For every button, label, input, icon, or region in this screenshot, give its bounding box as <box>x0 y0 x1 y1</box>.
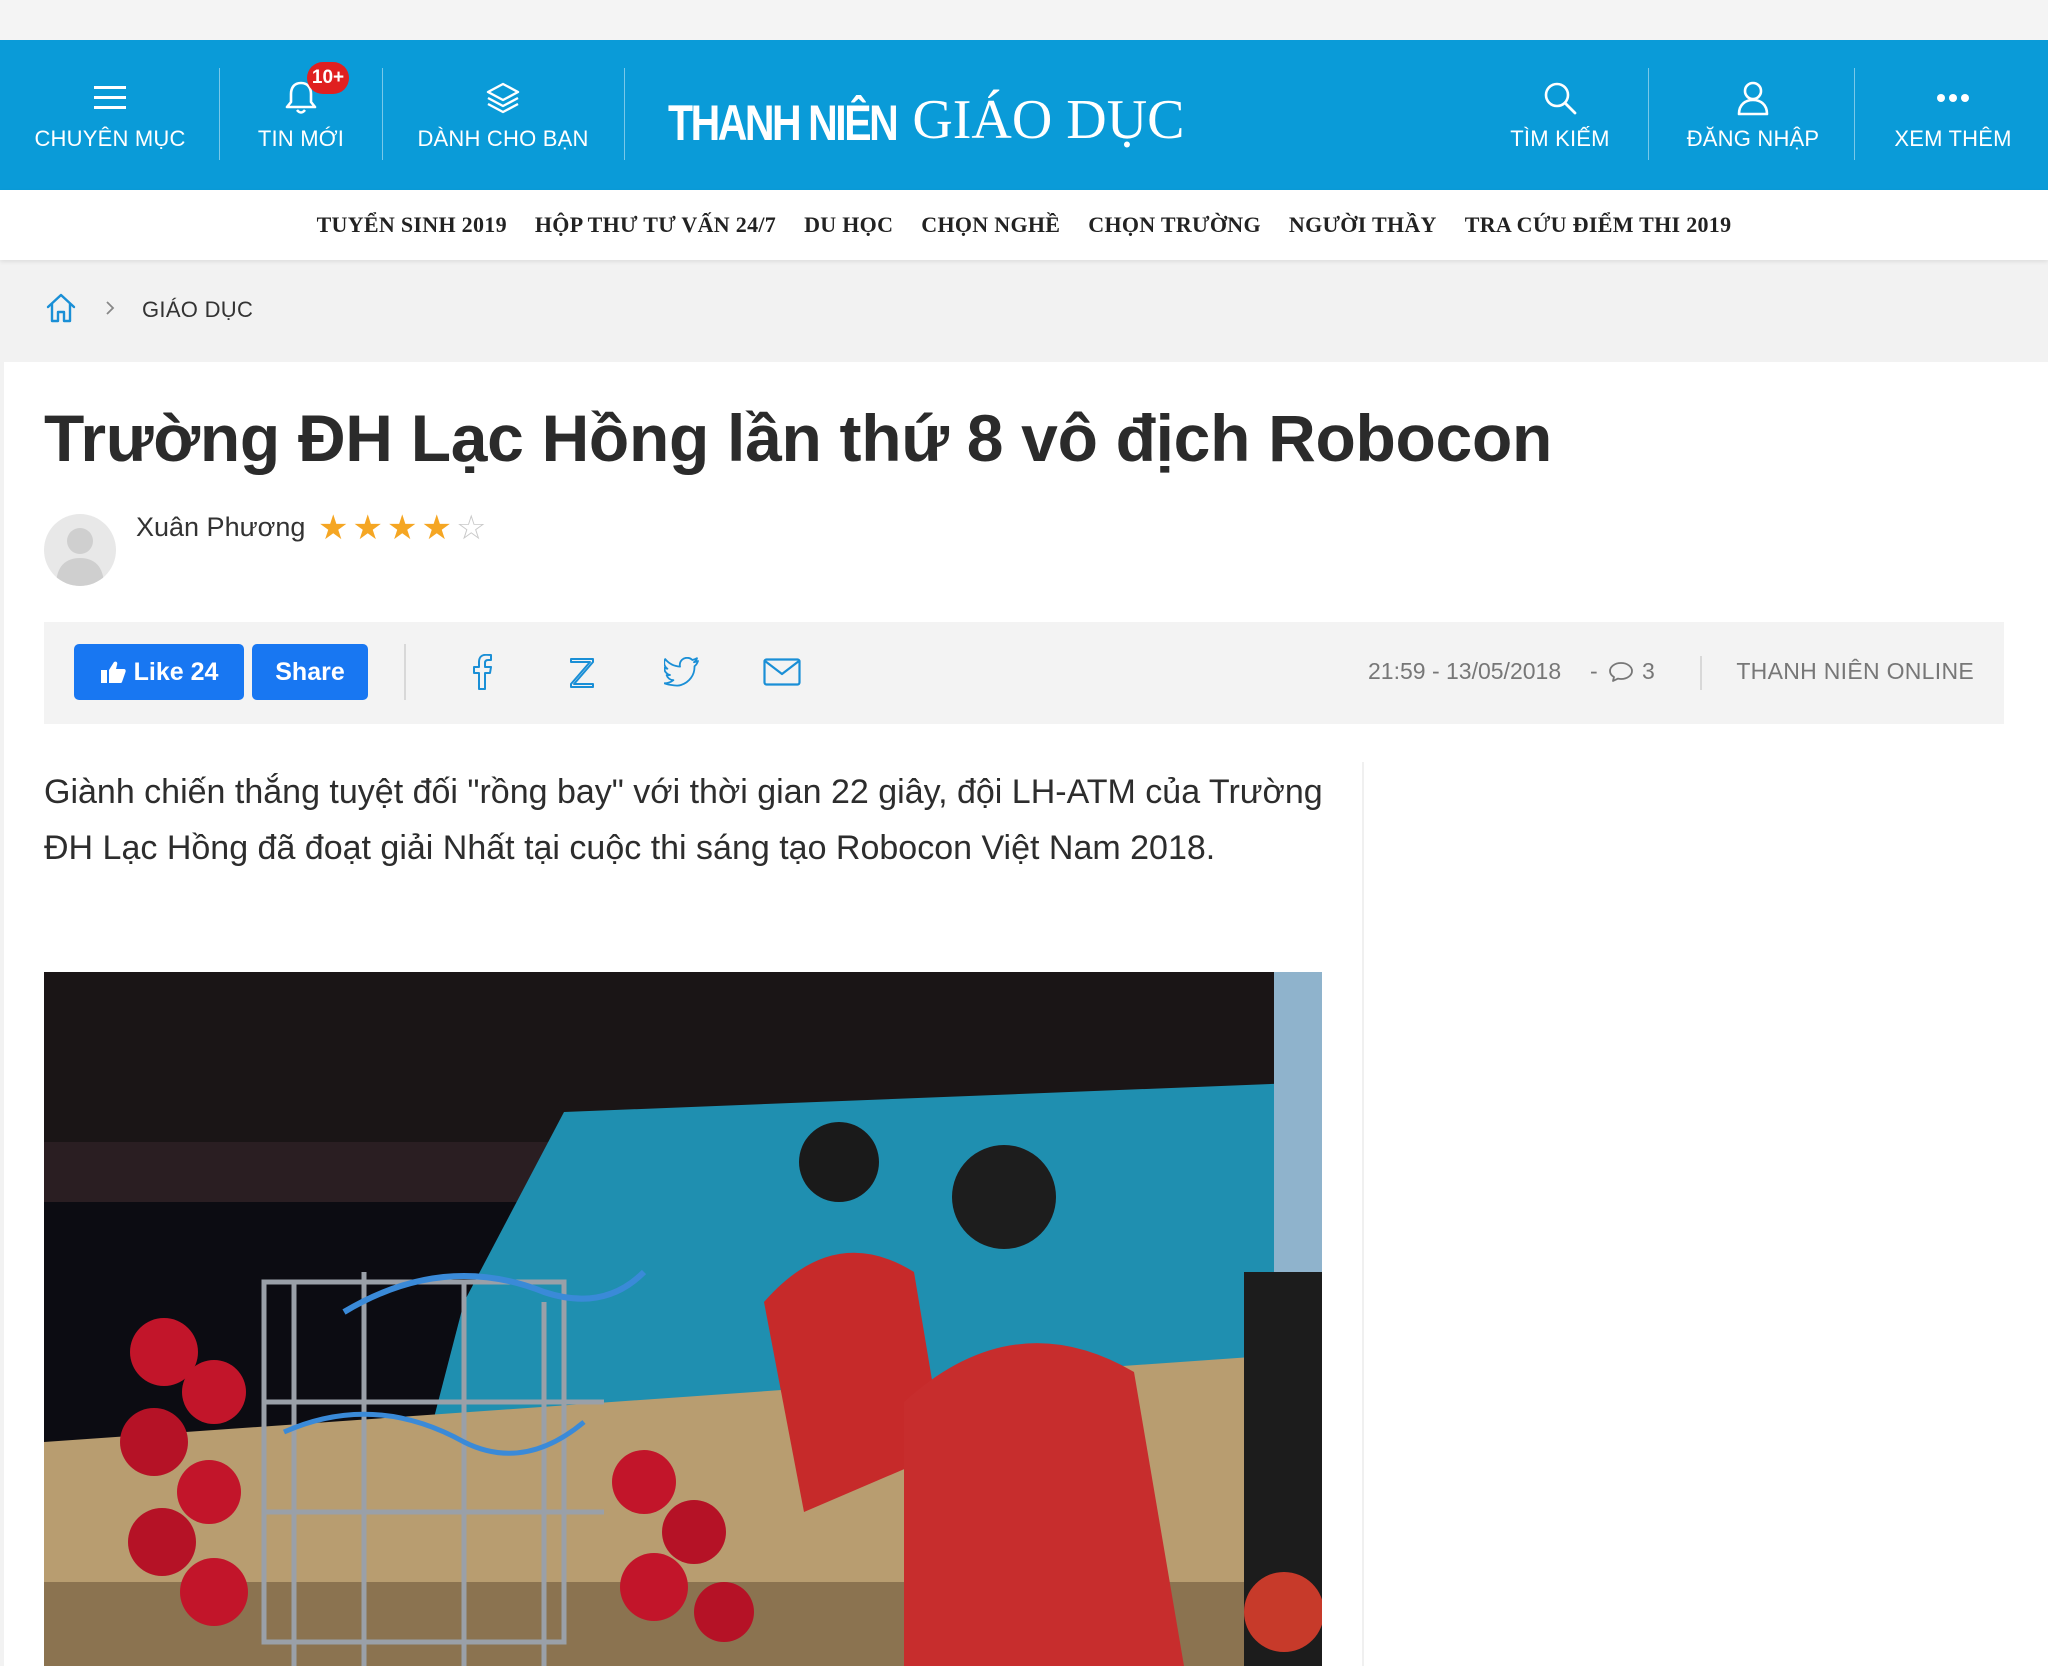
right-column-divider <box>1362 762 1364 1666</box>
for-you-button[interactable]: DÀNH CHO BẠN <box>410 40 596 190</box>
search-icon <box>1543 78 1577 118</box>
meta-divider <box>1700 656 1702 690</box>
more-icon <box>1936 78 1970 118</box>
notification-badge: 10+ <box>307 62 349 94</box>
share-divider <box>404 644 406 700</box>
logo-brand: THANH NIÊN <box>668 95 899 151</box>
zalo-icon[interactable] <box>560 652 604 692</box>
nav-item-chon-truong[interactable]: CHỌN TRƯỜNG <box>1088 212 1261 238</box>
meta-dash: - <box>1590 658 1598 684</box>
browser-top-gap <box>0 0 2048 40</box>
author-avatar[interactable] <box>44 514 116 586</box>
site-header: CHUYÊN MỤC 10+ TIN MỚI DÀNH CHO BẠN THAN… <box>0 40 2048 190</box>
facebook-icon[interactable] <box>460 652 504 692</box>
menu-button[interactable]: CHUYÊN MỤC <box>28 40 192 190</box>
nav-item-chon-nghe[interactable]: CHỌN NGHỀ <box>921 212 1060 238</box>
facebook-like-button[interactable]: Like 24 <box>74 644 244 700</box>
header-divider <box>219 68 220 160</box>
breadcrumb: GIÁO DỤC <box>44 290 253 330</box>
site-logo[interactable]: THANH NIÊN GIÁO DỤC <box>668 82 1185 148</box>
star-filled-icon[interactable]: ★ <box>318 510 348 546</box>
author-name[interactable]: Xuân Phương <box>136 512 305 543</box>
chevron-right-icon <box>104 299 116 322</box>
logo-section: GIÁO DỤC <box>912 89 1185 151</box>
star-filled-icon[interactable]: ★ <box>421 510 451 546</box>
article-source[interactable]: THANH NIÊN ONLINE <box>1736 658 1974 685</box>
nav-item-hop-thu[interactable]: HỘP THƯ TƯ VẤN 24/7 <box>535 212 776 238</box>
menu-icon <box>93 78 127 118</box>
layers-icon <box>485 78 521 118</box>
star-filled-icon[interactable]: ★ <box>352 510 382 546</box>
breadcrumb-section[interactable]: GIÁO DỤC <box>142 297 253 323</box>
user-icon <box>1736 78 1770 118</box>
article-title: Trường ĐH Lạc Hồng lần thứ 8 vô địch Rob… <box>44 401 1552 475</box>
header-divider <box>1648 68 1649 160</box>
news-button[interactable]: 10+ TIN MỚI <box>246 40 356 190</box>
news-label: TIN MỚI <box>257 126 345 151</box>
more-label: XEM THÊM <box>1894 126 2012 151</box>
share-label: Share <box>275 657 345 686</box>
publish-datetime: 21:59 - 13/05/2018 <box>1368 658 1562 684</box>
star-filled-icon[interactable]: ★ <box>387 510 417 546</box>
article-photo[interactable] <box>44 972 1322 1666</box>
header-divider <box>624 68 625 160</box>
email-icon[interactable] <box>760 652 804 692</box>
nav-item-du-hoc[interactable]: DU HỌC <box>804 212 893 238</box>
twitter-icon[interactable] <box>660 652 704 692</box>
comment-count[interactable]: 3 <box>1608 658 1655 685</box>
nav-item-tuyen-sinh[interactable]: TUYỂN SINH 2019 <box>317 212 507 238</box>
comment-count-value: 3 <box>1642 658 1655 684</box>
nav-item-nguoi-thay[interactable]: NGƯỜI THẦY <box>1289 212 1437 238</box>
search-button[interactable]: TÌM KIẾM <box>1500 40 1620 190</box>
header-divider <box>382 68 383 160</box>
article-rating[interactable]: ★ ★ ★ ★ ☆ <box>318 510 486 546</box>
share-bar: Like 24 Share 21:59 - 13/05/2018 - 3 THA… <box>44 622 2004 724</box>
more-button[interactable]: XEM THÊM <box>1888 40 2018 190</box>
search-label: TÌM KIẾM <box>1510 126 1610 151</box>
facebook-share-button[interactable]: Share <box>252 644 368 700</box>
article-sapo: Giành chiến thắng tuyệt đối "rồng bay" v… <box>44 773 1323 867</box>
nav-item-tra-cuu[interactable]: TRA CỨU ĐIỂM THI 2019 <box>1465 212 1732 238</box>
header-divider <box>1854 68 1855 160</box>
comment-icon <box>1609 661 1633 682</box>
menu-label: CHUYÊN MỤC <box>34 126 186 151</box>
for-you-label: DÀNH CHO BẠN <box>417 126 589 151</box>
home-icon[interactable] <box>44 291 78 330</box>
thumbs-up-icon <box>100 661 126 683</box>
bell-icon: 10+ <box>285 62 349 118</box>
login-button[interactable]: ĐĂNG NHẬP <box>1680 40 1826 190</box>
category-nav: TUYỂN SINH 2019 HỘP THƯ TƯ VẤN 24/7 DU H… <box>0 190 2048 260</box>
like-label: Like 24 <box>133 657 219 686</box>
star-empty-icon[interactable]: ☆ <box>456 510 486 546</box>
login-label: ĐĂNG NHẬP <box>1686 126 1820 151</box>
